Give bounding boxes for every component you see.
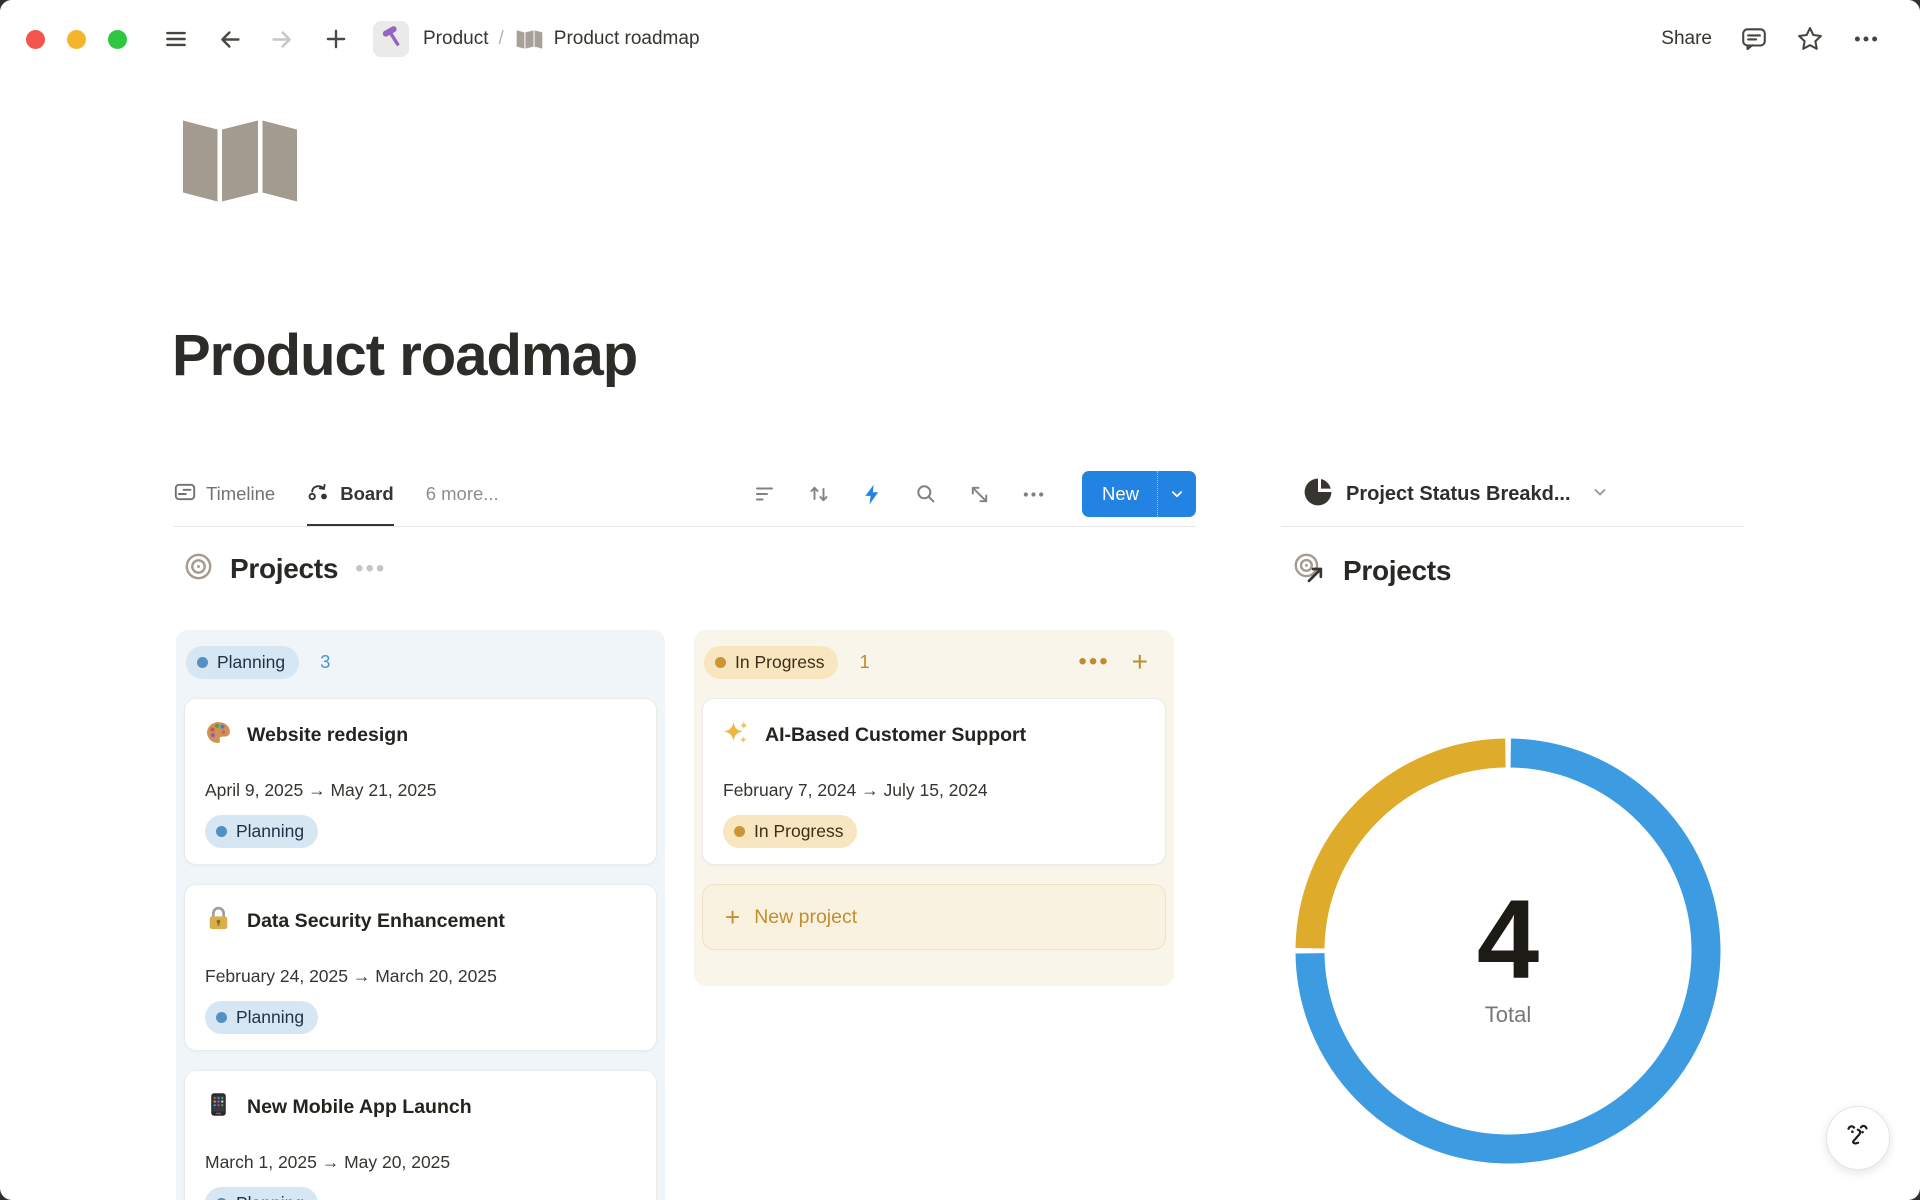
status-pill-in-progress[interactable]: In Progress xyxy=(704,646,838,679)
status-dot xyxy=(197,657,208,668)
automation-bolt-icon[interactable] xyxy=(861,483,884,506)
more-icon[interactable] xyxy=(1852,25,1880,53)
board-column-in-progress: In Progress 1 ••• + AI-Based Customer Su… xyxy=(694,630,1174,986)
filter-icon[interactable] xyxy=(753,482,777,506)
new-button-dropdown[interactable] xyxy=(1157,471,1196,517)
close-window-button[interactable] xyxy=(26,30,45,49)
section-more-icon[interactable]: ••• xyxy=(355,564,386,574)
chart-section-heading: Projects xyxy=(1293,552,1451,590)
viewbar-divider xyxy=(173,526,1196,527)
new-button-label: New xyxy=(1082,471,1157,517)
palette-icon xyxy=(205,719,232,751)
column-count: 1 xyxy=(859,651,869,673)
notion-ai-face-icon xyxy=(1840,1118,1876,1159)
target-icon xyxy=(184,552,213,586)
card-dates: April 9, 2025 → May 21, 2025 xyxy=(205,780,636,802)
project-card-mobile-app[interactable]: New Mobile App Launch March 1, 2025 → Ma… xyxy=(184,1070,657,1200)
forward-icon[interactable] xyxy=(268,26,295,53)
share-button[interactable]: Share xyxy=(1661,28,1712,50)
card-title: Website redesign xyxy=(247,724,408,747)
column-add-icon[interactable]: + xyxy=(1132,652,1148,672)
board-icon xyxy=(307,480,331,509)
plus-icon: + xyxy=(725,907,740,927)
status-dot xyxy=(715,657,726,668)
sidebar-menu-icon[interactable] xyxy=(163,26,189,52)
project-status-donut-chart[interactable] xyxy=(1293,736,1723,1166)
expand-icon[interactable] xyxy=(968,483,991,506)
breadcrumb-page[interactable]: Product roadmap xyxy=(554,28,700,50)
notion-window: Product / Product roadmap Share Product … xyxy=(0,0,1920,1200)
linked-target-icon xyxy=(1293,552,1326,590)
screen: Product / Product roadmap Share Product … xyxy=(0,0,1920,1200)
map-icon xyxy=(516,29,543,50)
column-header: In Progress 1 ••• + xyxy=(704,645,1164,679)
new-project-button[interactable]: + New project xyxy=(702,884,1166,950)
minimize-window-button[interactable] xyxy=(67,30,86,49)
card-dates: March 1, 2025 → May 20, 2025 xyxy=(205,1152,636,1174)
chevron-down-icon[interactable] xyxy=(1590,482,1610,507)
chevron-down-icon xyxy=(1168,485,1186,503)
star-icon[interactable] xyxy=(1796,25,1824,53)
status-pill-planning[interactable]: Planning xyxy=(186,646,299,679)
timeline-icon xyxy=(173,480,197,509)
card-dates: February 24, 2025 → March 20, 2025 xyxy=(205,966,636,988)
card-title: Data Security Enhancement xyxy=(247,910,505,933)
card-status-pill: Planning xyxy=(205,815,318,848)
page-title: Product roadmap xyxy=(172,322,637,389)
tab-board-label: Board xyxy=(340,483,393,505)
project-card-data-security[interactable]: Data Security Enhancement February 24, 2… xyxy=(184,884,657,1051)
page-icon-map[interactable] xyxy=(179,116,301,211)
card-status-pill: Planning xyxy=(205,1001,318,1034)
column-more-icon[interactable]: ••• xyxy=(1078,648,1109,676)
back-icon[interactable] xyxy=(217,26,244,53)
card-status-pill: In Progress xyxy=(723,815,857,848)
breadcrumb-separator: / xyxy=(498,28,503,50)
mobile-phone-icon xyxy=(205,1091,232,1123)
board-column-planning: Planning 3 Website redesign April 9, 202… xyxy=(176,630,665,1200)
breadcrumb-teamspace[interactable]: Product xyxy=(423,28,488,50)
more-views-button[interactable]: 6 more... xyxy=(426,483,499,505)
column-count: 3 xyxy=(320,651,330,673)
card-dates: February 7, 2024 → July 15, 2024 xyxy=(723,780,1145,802)
right-panel-title: Project Status Breakd... xyxy=(1346,483,1571,506)
tab-timeline-label: Timeline xyxy=(206,483,275,505)
board-section-heading: Projects ••• xyxy=(184,552,386,586)
sparkles-icon xyxy=(723,719,750,751)
search-icon[interactable] xyxy=(914,482,938,506)
sort-icon[interactable] xyxy=(807,482,831,506)
lock-icon xyxy=(205,905,232,937)
board-section-title: Projects xyxy=(230,553,338,585)
right-panel-header[interactable]: Project Status Breakd... xyxy=(1303,461,1610,527)
new-button[interactable]: New xyxy=(1082,471,1196,517)
card-title: AI-Based Customer Support xyxy=(765,724,1026,747)
view-toolbar: New xyxy=(753,461,1196,527)
tab-board[interactable]: Board xyxy=(307,461,393,527)
notion-ai-button[interactable] xyxy=(1826,1106,1890,1170)
view-bar: Timeline Board 6 more... xyxy=(173,461,1196,527)
card-status-pill: Planning xyxy=(205,1187,318,1200)
project-card-website-redesign[interactable]: Website redesign April 9, 2025 → May 21,… xyxy=(184,698,657,865)
comments-icon[interactable] xyxy=(1740,25,1768,53)
new-tab-plus-icon[interactable] xyxy=(323,26,349,52)
topbar: Product / Product roadmap Share xyxy=(0,0,1920,78)
zoom-window-button[interactable] xyxy=(108,30,127,49)
project-card-ai-support[interactable]: AI-Based Customer Support February 7, 20… xyxy=(702,698,1166,865)
window-controls xyxy=(26,30,127,49)
teamspace-badge[interactable] xyxy=(373,21,409,57)
hammer-icon xyxy=(379,25,403,54)
column-header: Planning 3 xyxy=(186,645,655,679)
tab-timeline[interactable]: Timeline xyxy=(173,461,275,527)
view-options-more-icon[interactable] xyxy=(1021,482,1046,507)
card-title: New Mobile App Launch xyxy=(247,1096,472,1119)
pie-chart-icon xyxy=(1303,477,1333,512)
chart-section-title: Projects xyxy=(1343,555,1451,587)
